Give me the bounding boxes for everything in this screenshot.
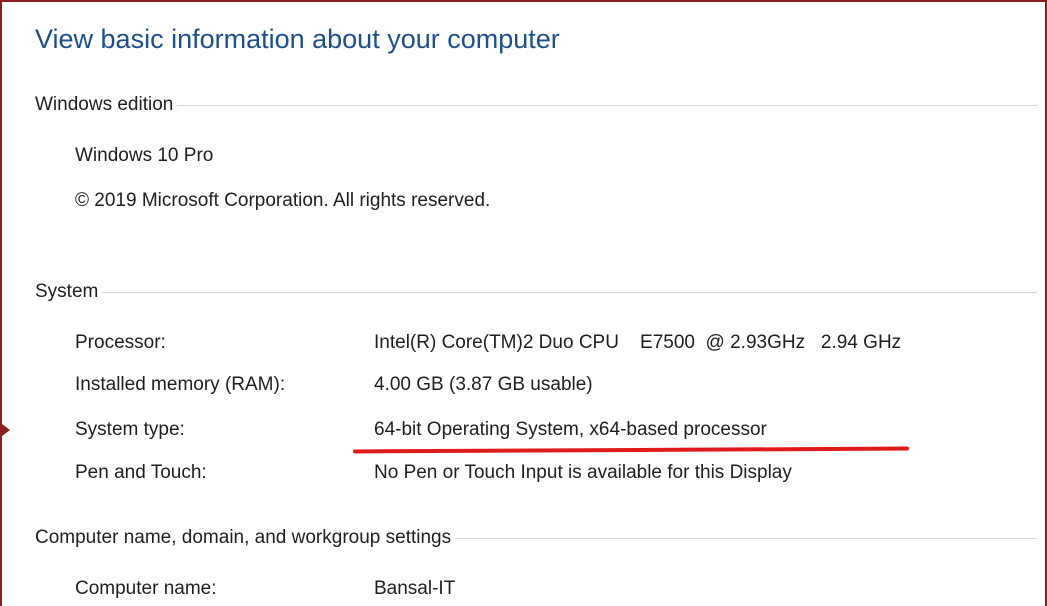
installed-memory-value: 4.00 GB (3.87 GB usable) [374, 374, 593, 395]
system-type-value: 64-bit Operating System, x64-based proce… [374, 419, 767, 440]
copyright-text: © 2019 Microsoft Corporation. All rights… [75, 190, 491, 211]
windows-edition-section-header: Windows edition [35, 93, 1037, 117]
pen-and-touch-label: Pen and Touch: [75, 462, 207, 483]
computer-name-value: Bansal-IT [374, 578, 456, 599]
system-properties-panel: View basic information about your comput… [0, 0, 1047, 606]
computer-name-label: Computer name: [75, 578, 217, 599]
annotation-underline [352, 446, 910, 454]
annotation-arrow-icon [2, 421, 10, 439]
system-section-header: System [35, 280, 1037, 304]
windows-edition-section-title: Windows edition [35, 93, 178, 117]
system-type-label: System type: [75, 419, 185, 440]
installed-memory-label: Installed memory (RAM): [75, 374, 286, 395]
pen-and-touch-value: No Pen or Touch Input is available for t… [374, 462, 792, 483]
processor-label: Processor: [75, 332, 166, 353]
page-title: View basic information about your comput… [35, 24, 560, 54]
windows-edition-value: Windows 10 Pro [75, 145, 214, 166]
computer-name-section-title: Computer name, domain, and workgroup set… [35, 526, 456, 550]
section-divider [35, 105, 1037, 106]
system-section-title: System [35, 280, 103, 304]
processor-value: Intel(R) Core(TM)2 Duo CPU E7500 @ 2.93G… [374, 332, 902, 353]
section-divider [35, 292, 1037, 293]
computer-name-section-header: Computer name, domain, and workgroup set… [35, 526, 1037, 550]
